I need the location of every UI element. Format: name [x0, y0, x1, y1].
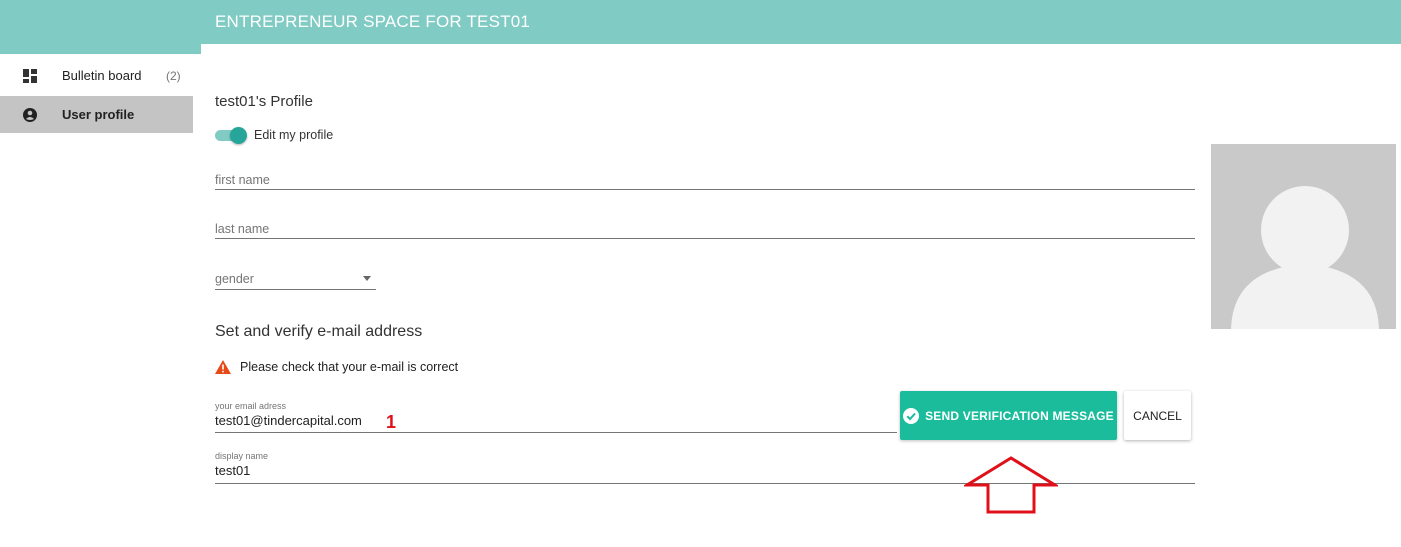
annotation-arrow-icon [964, 456, 1058, 514]
chevron-down-icon [363, 276, 371, 281]
app-title: ENTREPRENEUR SPACE FOR TEST01 [215, 12, 531, 31]
toggle-label: Edit my profile [254, 128, 334, 142]
sidebar-item-user-profile[interactable]: User profile [0, 96, 193, 133]
user-silhouette-icon [1231, 186, 1379, 329]
first-name-placeholder: first name [215, 173, 270, 187]
email-value[interactable]: test01@tindercapital.com [215, 413, 897, 428]
send-button-label: SEND VERIFICATION MESSAGE [925, 408, 1114, 423]
warning-icon [215, 360, 231, 374]
last-name-placeholder: last name [215, 222, 270, 236]
email-warning: Please check that your e-mail is correct [215, 360, 458, 374]
app-header: ENTREPRENEUR SPACE FOR TEST01 [0, 0, 1401, 44]
sidebar-item-bulletin-board[interactable]: Bulletin board (2) [0, 57, 193, 94]
email-field[interactable]: your email adress test01@tindercapital.c… [215, 401, 897, 433]
cancel-button-label: CANCEL [1133, 408, 1182, 423]
email-section-title: Set and verify e-mail address [215, 323, 423, 340]
first-name-field[interactable]: first name [215, 171, 1195, 190]
avatar [1211, 144, 1396, 329]
gender-select[interactable]: gender [215, 270, 376, 290]
cancel-button[interactable]: CANCEL [1124, 391, 1191, 440]
edit-profile-toggle[interactable]: Edit my profile [215, 126, 334, 144]
warning-text: Please check that your e-mail is correct [240, 360, 459, 374]
sidebar-header-extension [0, 44, 201, 54]
email-label: your email adress [215, 401, 287, 411]
bulletin-count-badge: (2) [166, 68, 181, 83]
annotation-number: 1 [386, 412, 397, 432]
gender-placeholder: gender [215, 272, 254, 286]
toggle-thumb[interactable] [230, 126, 247, 144]
send-verification-button[interactable]: SEND VERIFICATION MESSAGE [900, 391, 1117, 440]
account-circle-icon [23, 107, 37, 122]
dashboard-icon [23, 68, 37, 83]
check-circle-icon [903, 407, 920, 424]
sidebar-item-label: Bulletin board [62, 68, 142, 83]
page-title: test01's Profile [215, 93, 313, 110]
sidebar-item-label: User profile [62, 107, 135, 122]
toggle-track[interactable] [215, 126, 247, 144]
last-name-field[interactable]: last name [215, 220, 1195, 239]
